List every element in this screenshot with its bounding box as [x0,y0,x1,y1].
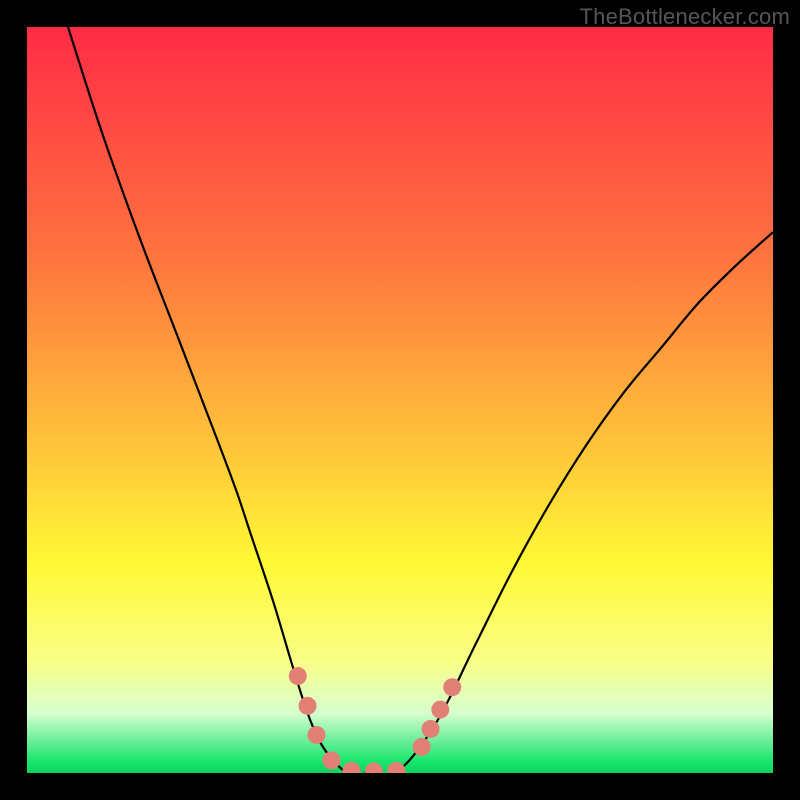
marker-dot [322,751,340,769]
plot-area [27,27,773,773]
chart-frame: TheBottlenecker.com [0,0,800,800]
marker-group [289,667,461,773]
marker-dot [431,701,449,719]
marker-dot [422,720,440,738]
curve-layer [27,27,773,773]
marker-dot [343,762,361,773]
bottleneck-curve [68,27,773,773]
marker-dot [307,726,325,744]
marker-dot [289,667,307,685]
marker-dot [365,763,383,773]
watermark-text: TheBottlenecker.com [580,4,790,30]
marker-dot [413,738,431,756]
marker-dot [387,762,405,773]
marker-dot [299,697,317,715]
marker-dot [443,678,461,696]
